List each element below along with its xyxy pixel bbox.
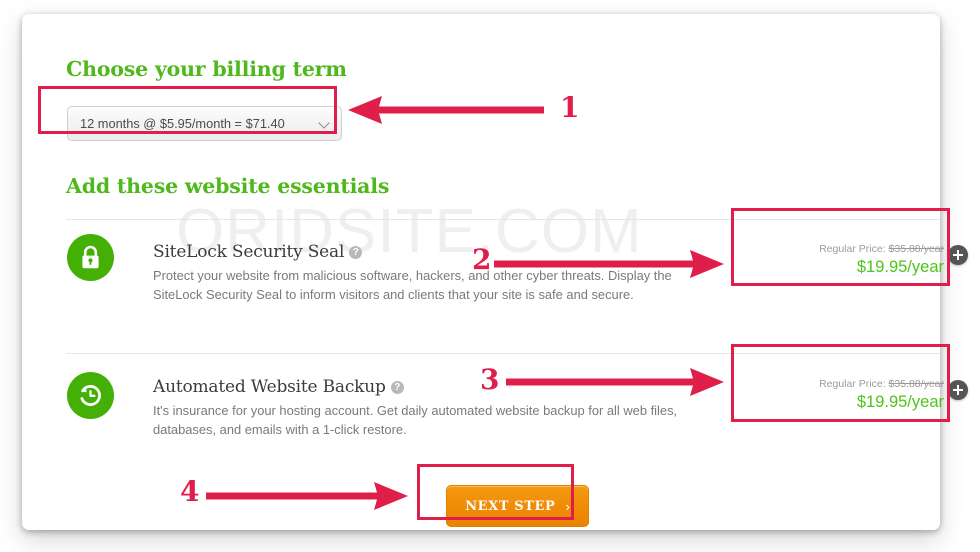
regular-price-label: Regular Price: — [819, 243, 886, 255]
price-block: Regular Price: $35.88/year $19.95/year — [784, 242, 944, 278]
regular-price-line: Regular Price: $35.88/year — [784, 377, 944, 391]
product-description: Protect your website from malicious soft… — [153, 268, 672, 302]
billing-term-heading: Choose your billing term — [66, 57, 347, 81]
padlock-icon — [67, 234, 114, 281]
plus-icon[interactable] — [948, 380, 968, 400]
next-step-button[interactable]: NEXT STEP › — [446, 485, 589, 527]
regular-price-value: $35.88/year — [888, 243, 944, 255]
sale-price: $19.95/year — [856, 393, 944, 411]
next-step-label: NEXT STEP — [465, 498, 556, 514]
plus-icon[interactable] — [948, 245, 968, 265]
chevron-down-icon — [319, 118, 331, 130]
annotation-number: 3 — [480, 363, 500, 396]
question-mark-icon[interactable]: ? — [349, 246, 363, 259]
regular-price-label: Regular Price: — [819, 378, 886, 390]
divider — [66, 353, 940, 354]
product-description: It's insurance for your hosting account.… — [153, 403, 678, 437]
product-title-text: SiteLock Security Seal — [153, 242, 345, 262]
regular-price-line: Regular Price: $35.88/year — [784, 242, 944, 256]
product-title-text: Automated Website Backup — [153, 377, 386, 397]
annotation-number: 1 — [560, 91, 580, 124]
question-mark-icon[interactable]: ? — [390, 381, 404, 394]
divider — [66, 219, 940, 220]
screenshot-root: ORIDSITE.COM Choose your billing term 12… — [0, 0, 980, 552]
essentials-heading: Add these website essentials — [66, 174, 390, 198]
product-title: Automated Website Backup? — [153, 377, 404, 397]
chevron-right-icon: › — [565, 498, 570, 514]
clock-restore-icon — [67, 372, 114, 419]
billing-term-selected-value: 12 months @ $5.95/month = $71.40 — [80, 116, 285, 131]
regular-price-value: $35.88/year — [888, 378, 944, 390]
price-block: Regular Price: $35.88/year $19.95/year — [784, 377, 944, 413]
sale-price: $19.95/year — [856, 258, 944, 276]
annotation-number: 4 — [180, 475, 200, 508]
product-title: SiteLock Security Seal? — [153, 242, 363, 262]
billing-term-select[interactable]: 12 months @ $5.95/month = $71.40 — [67, 106, 342, 141]
annotation-number: 2 — [472, 243, 492, 276]
